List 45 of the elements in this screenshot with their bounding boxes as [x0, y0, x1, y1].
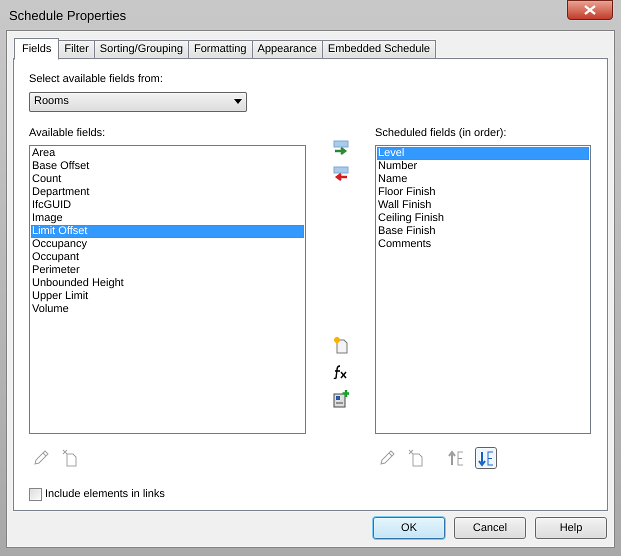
formula-icon[interactable]	[332, 364, 348, 380]
close-button[interactable]	[567, 0, 613, 20]
list-item[interactable]: Perimeter	[31, 264, 304, 277]
remove-field-icon[interactable]	[332, 166, 348, 182]
list-item[interactable]: Image	[31, 212, 304, 225]
list-item[interactable]: IfcGUID	[31, 199, 304, 212]
source-dropdown[interactable]: Rooms	[29, 92, 247, 112]
list-item[interactable]: Volume	[31, 303, 304, 316]
new-parameter-icon[interactable]	[332, 336, 348, 354]
scheduled-fields-list[interactable]: Level Number Name Floor Finish Wall Finish Ceiling Finish Base Finish Comments	[375, 145, 591, 434]
list-item[interactable]: Unbounded Height	[31, 277, 304, 290]
list-item[interactable]: Wall Finish	[377, 199, 589, 212]
list-item[interactable]: Ceiling Finish	[377, 212, 589, 225]
dialog-button[interactable]: OK	[373, 517, 445, 539]
tab[interactable]: Embedded Schedule	[322, 40, 436, 59]
combine-parameters-icon[interactable]	[332, 390, 348, 408]
list-item[interactable]: Name	[377, 173, 589, 186]
list-item[interactable]: Base Offset	[31, 160, 304, 173]
field-label: Select available fields from:	[29, 72, 164, 87]
list-label: Available fields:	[29, 126, 106, 140]
list-item[interactable]: Floor Finish	[377, 186, 589, 199]
checkbox[interactable]	[29, 488, 42, 501]
dialog-button[interactable]: Help	[535, 517, 607, 539]
list-item[interactable]: Count	[31, 173, 304, 186]
list-item[interactable]: Department	[31, 186, 304, 199]
checkbox-label: Include elements in links	[45, 487, 165, 502]
tab[interactable]: Fields	[14, 38, 60, 60]
tab[interactable]: Appearance	[252, 40, 323, 59]
tab[interactable]: Formatting	[188, 40, 253, 59]
list-item[interactable]: Upper Limit	[31, 290, 304, 303]
tab[interactable]: Sorting/Grouping	[94, 40, 189, 59]
available-fields-list[interactable]: Area Base Offset Count Department IfcGUID Image Limit Offset Occupancy Occupant Perimeter Unbounded Height Upper Limit Volume	[29, 145, 306, 434]
add-field-icon[interactable]	[332, 140, 348, 156]
caret-icon	[234, 99, 242, 104]
close-icon	[584, 5, 596, 15]
list-item[interactable]: Base Finish	[377, 225, 589, 238]
list-item[interactable]: Occupancy	[31, 238, 304, 251]
list-label: Scheduled fields (in order):	[375, 126, 508, 140]
list-item[interactable]: Comments	[377, 238, 589, 251]
list-item[interactable]: Number	[377, 160, 589, 173]
dialog-button[interactable]: Cancel	[454, 517, 526, 539]
window-title: Schedule Properties	[9, 7, 126, 25]
list-item[interactable]: Occupant	[31, 251, 304, 264]
list-item[interactable]: Area	[31, 147, 304, 160]
move-down-button[interactable]	[475, 447, 497, 469]
